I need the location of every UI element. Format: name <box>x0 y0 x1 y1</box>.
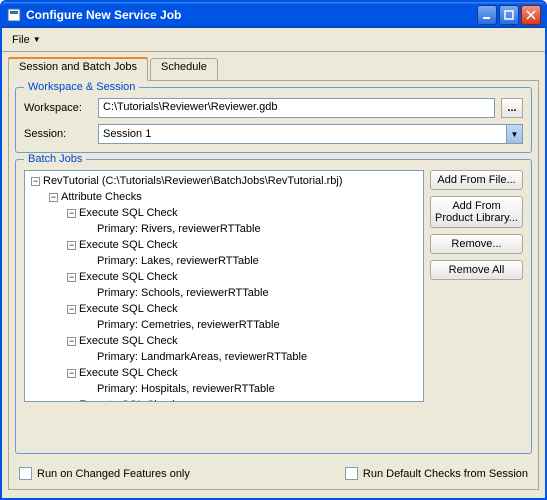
tree-node-root[interactable]: RevTutorial (C:\Tutorials\Reviewer\Batch… <box>43 173 343 189</box>
tree-leaf[interactable]: Primary: LandmarkAreas, reviewerRTTable <box>97 349 307 365</box>
chevron-down-icon: ▼ <box>506 125 522 143</box>
window-title: Configure New Service Job <box>26 8 477 22</box>
collapse-icon[interactable]: − <box>67 241 76 250</box>
checkbox-row: Run on Changed Features only Run Default… <box>15 464 532 483</box>
tree-leaf[interactable]: Primary: Lakes, reviewerRTTable <box>97 253 259 269</box>
tree-row: Primary: Lakes, reviewerRTTable <box>27 253 343 269</box>
file-menu[interactable]: File ▼ <box>6 32 47 48</box>
remove-button[interactable]: Remove... <box>430 234 523 254</box>
collapse-icon[interactable]: − <box>67 369 76 378</box>
tree-row: −Execute SQL Check <box>27 269 343 285</box>
tree-node-sql-check[interactable]: Execute SQL Check <box>79 269 178 285</box>
run-default-checks-check[interactable]: Run Default Checks from Session <box>345 467 528 480</box>
group-title: Batch Jobs <box>24 153 86 165</box>
tree-row: −Execute SQL Check <box>27 365 343 381</box>
tree-row: Primary: Schools, reviewerRTTable <box>27 285 343 301</box>
tree-leaf[interactable]: Primary: Rivers, reviewerRTTable <box>97 221 261 237</box>
tree-node-sql-check[interactable]: Execute SQL Check <box>79 301 178 317</box>
content-area: Session and Batch Jobs Schedule Workspac… <box>2 52 545 498</box>
group-title: Workspace & Session <box>24 81 139 93</box>
tree-row: Primary: Hospitals, reviewerRTTable <box>27 381 343 397</box>
button-label: Product Library... <box>435 212 518 224</box>
tree-row: Primary: Cemetries, reviewerRTTable <box>27 317 343 333</box>
checkbox-label: Run on Changed Features only <box>37 468 190 480</box>
tree-row: −Execute SQL Check <box>27 301 343 317</box>
tree-row: Primary: LandmarkAreas, reviewerRTTable <box>27 349 343 365</box>
tree-leaf[interactable]: Primary: Hospitals, reviewerRTTable <box>97 381 275 397</box>
tree-node-sql-check[interactable]: Execute SQL Check <box>79 333 178 349</box>
session-select[interactable]: Session 1 ▼ <box>98 124 523 144</box>
tab-session-batch-jobs[interactable]: Session and Batch Jobs <box>8 58 148 81</box>
menubar: File ▼ <box>2 28 545 52</box>
close-button[interactable] <box>521 5 541 25</box>
batch-jobs-group: Batch Jobs −RevTutorial (C:\Tutorials\Re… <box>15 159 532 454</box>
add-from-file-button[interactable]: Add From File... <box>430 170 523 190</box>
session-label: Session: <box>24 128 92 140</box>
tree-row: −Attribute Checks <box>27 189 343 205</box>
checkbox-box[interactable] <box>19 467 32 480</box>
tree-row: −Execute SQL Check <box>27 397 343 402</box>
tree-node-sql-check[interactable]: Execute SQL Check <box>79 365 178 381</box>
button-label: Remove All <box>449 264 505 276</box>
collapse-icon[interactable]: − <box>67 305 76 314</box>
button-column: Add From File... Add FromProduct Library… <box>430 170 523 402</box>
session-value: Session 1 <box>99 128 506 140</box>
collapse-icon[interactable]: − <box>67 209 76 218</box>
button-label: Add From <box>452 200 500 212</box>
tab-schedule[interactable]: Schedule <box>150 58 218 80</box>
remove-all-button[interactable]: Remove All <box>430 260 523 280</box>
browse-button[interactable]: ... <box>501 98 523 118</box>
workspace-session-group: Workspace & Session Workspace: C:\Tutori… <box>15 87 532 153</box>
file-menu-label: File <box>12 34 30 46</box>
add-from-product-library-button[interactable]: Add FromProduct Library... <box>430 196 523 228</box>
collapse-icon[interactable]: − <box>49 193 58 202</box>
tree-node-sql-check[interactable]: Execute SQL Check <box>79 205 178 221</box>
batch-jobs-tree[interactable]: −RevTutorial (C:\Tutorials\Reviewer\Batc… <box>24 170 424 402</box>
tree-row: −Execute SQL Check <box>27 205 343 221</box>
minimize-button[interactable] <box>477 5 497 25</box>
tree-leaf[interactable]: Primary: Schools, reviewerRTTable <box>97 285 269 301</box>
tab-body: Workspace & Session Workspace: C:\Tutori… <box>8 80 539 490</box>
tree-row: Primary: Rivers, reviewerRTTable <box>27 221 343 237</box>
tree-row: −Execute SQL Check <box>27 237 343 253</box>
tab-label: Schedule <box>161 61 207 73</box>
titlebar: Configure New Service Job <box>2 2 545 28</box>
checkbox-box[interactable] <box>345 467 358 480</box>
collapse-icon[interactable]: − <box>67 273 76 282</box>
button-label: Remove... <box>451 238 501 250</box>
tree-node-sql-check[interactable]: Execute SQL Check <box>79 397 178 402</box>
workspace-label: Workspace: <box>24 102 92 114</box>
session-row: Session: Session 1 ▼ <box>24 124 523 144</box>
run-changed-only-check[interactable]: Run on Changed Features only <box>19 467 190 480</box>
collapse-icon[interactable]: − <box>67 401 76 403</box>
tree-leaf[interactable]: Primary: Cemetries, reviewerRTTable <box>97 317 280 333</box>
collapse-icon[interactable]: − <box>31 177 40 186</box>
tree-node-attr-checks[interactable]: Attribute Checks <box>61 189 142 205</box>
window-controls <box>477 5 541 25</box>
button-label: Add From File... <box>437 174 515 186</box>
workspace-value: C:\Tutorials\Reviewer\Reviewer.gdb <box>103 101 277 113</box>
batch-body: −RevTutorial (C:\Tutorials\Reviewer\Batc… <box>24 170 523 402</box>
tab-strip: Session and Batch Jobs Schedule <box>8 58 539 80</box>
window-frame: Configure New Service Job File ▼ Session… <box>0 0 547 500</box>
chevron-down-icon: ▼ <box>33 35 41 44</box>
tree-row: −RevTutorial (C:\Tutorials\Reviewer\Batc… <box>27 173 343 189</box>
tab-label: Session and Batch Jobs <box>19 61 137 73</box>
app-icon <box>6 7 22 23</box>
ellipsis-icon: ... <box>507 102 516 114</box>
collapse-icon[interactable]: − <box>67 337 76 346</box>
checkbox-label: Run Default Checks from Session <box>363 468 528 480</box>
tree-row: −Execute SQL Check <box>27 333 343 349</box>
maximize-button[interactable] <box>499 5 519 25</box>
tree-node-sql-check[interactable]: Execute SQL Check <box>79 237 178 253</box>
workspace-row: Workspace: C:\Tutorials\Reviewer\Reviewe… <box>24 98 523 118</box>
workspace-input[interactable]: C:\Tutorials\Reviewer\Reviewer.gdb <box>98 98 495 118</box>
